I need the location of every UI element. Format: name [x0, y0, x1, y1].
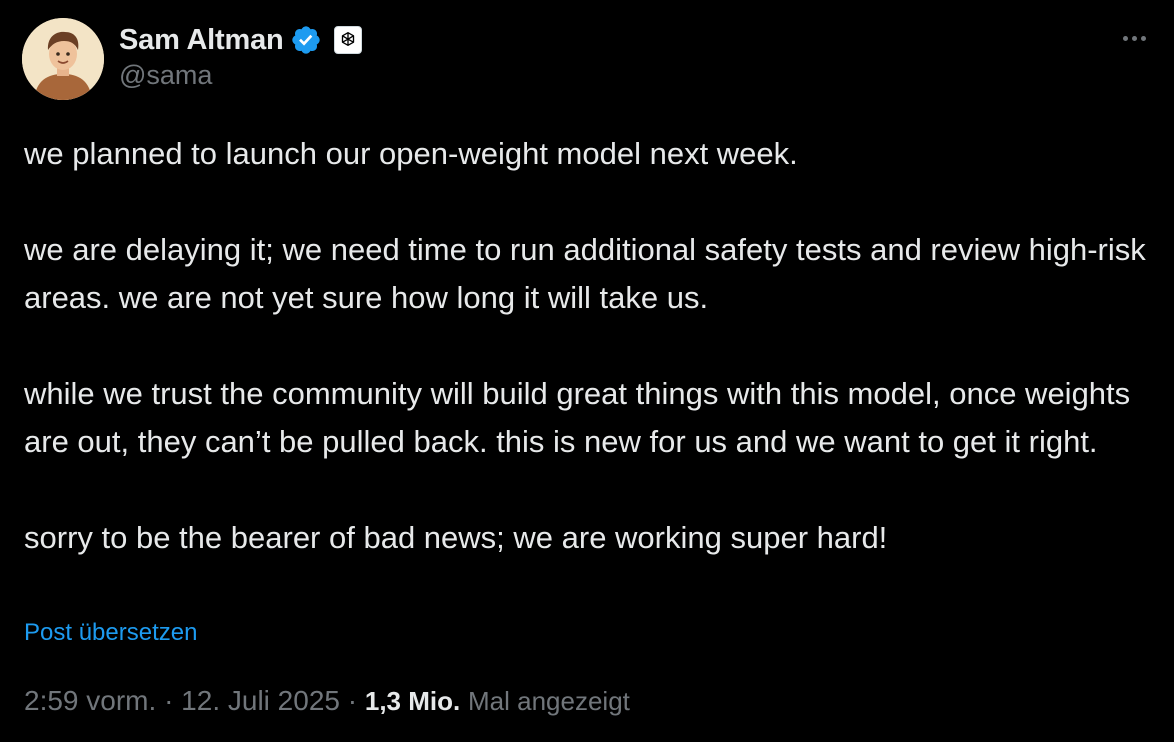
views-count[interactable]: 1,3 Mio. — [365, 686, 460, 716]
tweet-text: we planned to launch our open-weight mod… — [24, 130, 1159, 562]
author-names: Sam Altman @sama — [119, 20, 362, 91]
more-dot — [1131, 35, 1137, 41]
post-time[interactable]: 2:59 vorm. — [24, 685, 156, 716]
openai-logo-icon[interactable] — [333, 26, 362, 54]
avatar[interactable] — [22, 18, 104, 100]
name-row: Sam Altman — [119, 20, 362, 60]
tweet-paragraph: sorry to be the bearer of bad news; we a… — [24, 520, 888, 555]
tweet: Sam Altman @sama we planned to launch ou… — [0, 0, 1174, 742]
tweet-meta: 2:59 vorm. · 12. Juli 2025 · 1,3 Mio. Ma… — [24, 685, 630, 717]
tweet-paragraph: while we trust the community will build … — [24, 376, 1131, 459]
post-date[interactable]: 12. Juli 2025 — [181, 685, 340, 716]
meta-separator: · — [164, 685, 174, 716]
views-label: Mal angezeigt — [468, 686, 630, 716]
meta-separator: · — [347, 685, 358, 716]
tweet-paragraph: we planned to launch our open-weight mod… — [24, 136, 798, 171]
author-display-name[interactable]: Sam Altman — [119, 24, 284, 57]
more-dot — [1122, 35, 1128, 41]
more-options-icon[interactable] — [1116, 28, 1152, 48]
verified-badge-icon[interactable] — [290, 24, 322, 56]
author-handle[interactable]: @sama — [119, 60, 362, 91]
tweet-header: Sam Altman @sama — [22, 18, 1152, 100]
tweet-paragraph: we are delaying it; we need time to run … — [24, 232, 1146, 315]
translate-post-link[interactable]: Post übersetzen — [24, 619, 197, 647]
more-dot — [1140, 35, 1146, 41]
avatar-illustration — [22, 18, 104, 100]
